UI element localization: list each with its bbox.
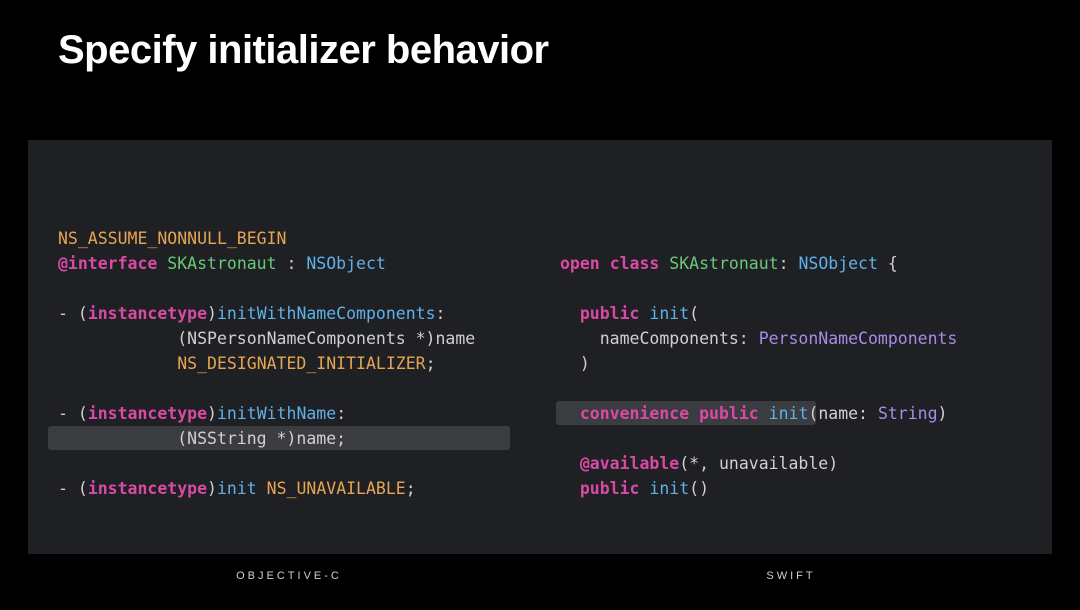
kw-interface: @interface <box>58 254 157 273</box>
swift-code: open class SKAstronaut: NSObject { publi… <box>560 176 1022 551</box>
objc-label: OBJECTIVE-C <box>58 570 520 582</box>
kw-instancetype2: instancetype <box>88 404 207 423</box>
rparen1: ) <box>207 304 217 323</box>
m1-name: initWithNameComponents <box>217 304 436 323</box>
kw-available: @available <box>580 454 679 473</box>
m2-close: ) <box>938 404 948 423</box>
open-brace: { <box>878 254 898 273</box>
avail-args: (*, unavailable) <box>679 454 838 473</box>
kw-init3: init <box>649 479 689 498</box>
swift-class-name: SKAstronaut <box>669 254 778 273</box>
rparen3: ) <box>207 479 217 498</box>
m3-end: ; <box>406 479 416 498</box>
m1-anno: NS_DESIGNATED_INITIALIZER <box>177 354 425 373</box>
slide-title: Specify initializer behavior <box>58 28 549 73</box>
kw-init1: init <box>649 304 689 323</box>
kw-public1: public <box>580 304 640 323</box>
kw-open: open <box>560 254 600 273</box>
kw-init2: init <box>769 404 809 423</box>
swift-super: NSObject <box>798 254 877 273</box>
m3-space <box>257 479 267 498</box>
class-name: SKAstronaut <box>167 254 276 273</box>
m1-open: ( <box>689 304 699 323</box>
m1-close: ) <box>560 354 590 373</box>
macro-nonnull: NS_ASSUME_NONNULL_BEGIN <box>58 229 286 248</box>
method-prefix2: - ( <box>58 404 88 423</box>
swift-label: SWIFT <box>560 570 1022 582</box>
rparen2: ) <box>207 404 217 423</box>
code-panel: NS_ASSUME_NONNULL_BEGIN @interface SKAst… <box>28 140 1052 554</box>
m1-arg: nameComponents: <box>560 329 759 348</box>
m1-end: ; <box>426 354 436 373</box>
kw-convenience: convenience <box>580 404 689 423</box>
slide: Specify initializer behavior NS_ASSUME_N… <box>0 0 1080 610</box>
m2-type: String <box>878 404 938 423</box>
method-prefix: - ( <box>58 304 88 323</box>
kw-public3: public <box>580 479 640 498</box>
kw-class: class <box>610 254 660 273</box>
m2-name: initWithName <box>217 404 336 423</box>
objc-column: NS_ASSUME_NONNULL_BEGIN @interface SKAst… <box>58 176 520 534</box>
kw-instancetype3: instancetype <box>88 479 207 498</box>
swift-column: open class SKAstronaut: NSObject { publi… <box>560 176 1022 534</box>
objc-code: NS_ASSUME_NONNULL_BEGIN @interface SKAst… <box>58 176 520 551</box>
swift-colon: : <box>779 254 799 273</box>
super-name: NSObject <box>306 254 385 273</box>
kw-instancetype1: instancetype <box>88 304 207 323</box>
m2-open: (name: <box>808 404 878 423</box>
m1-type: PersonNameComponents <box>759 329 958 348</box>
m3-sig: () <box>689 479 709 498</box>
m3-anno: NS_UNAVAILABLE <box>267 479 406 498</box>
kw-public2: public <box>699 404 759 423</box>
m3-name: init <box>217 479 257 498</box>
method-prefix3: - ( <box>58 479 88 498</box>
colon: : <box>277 254 307 273</box>
